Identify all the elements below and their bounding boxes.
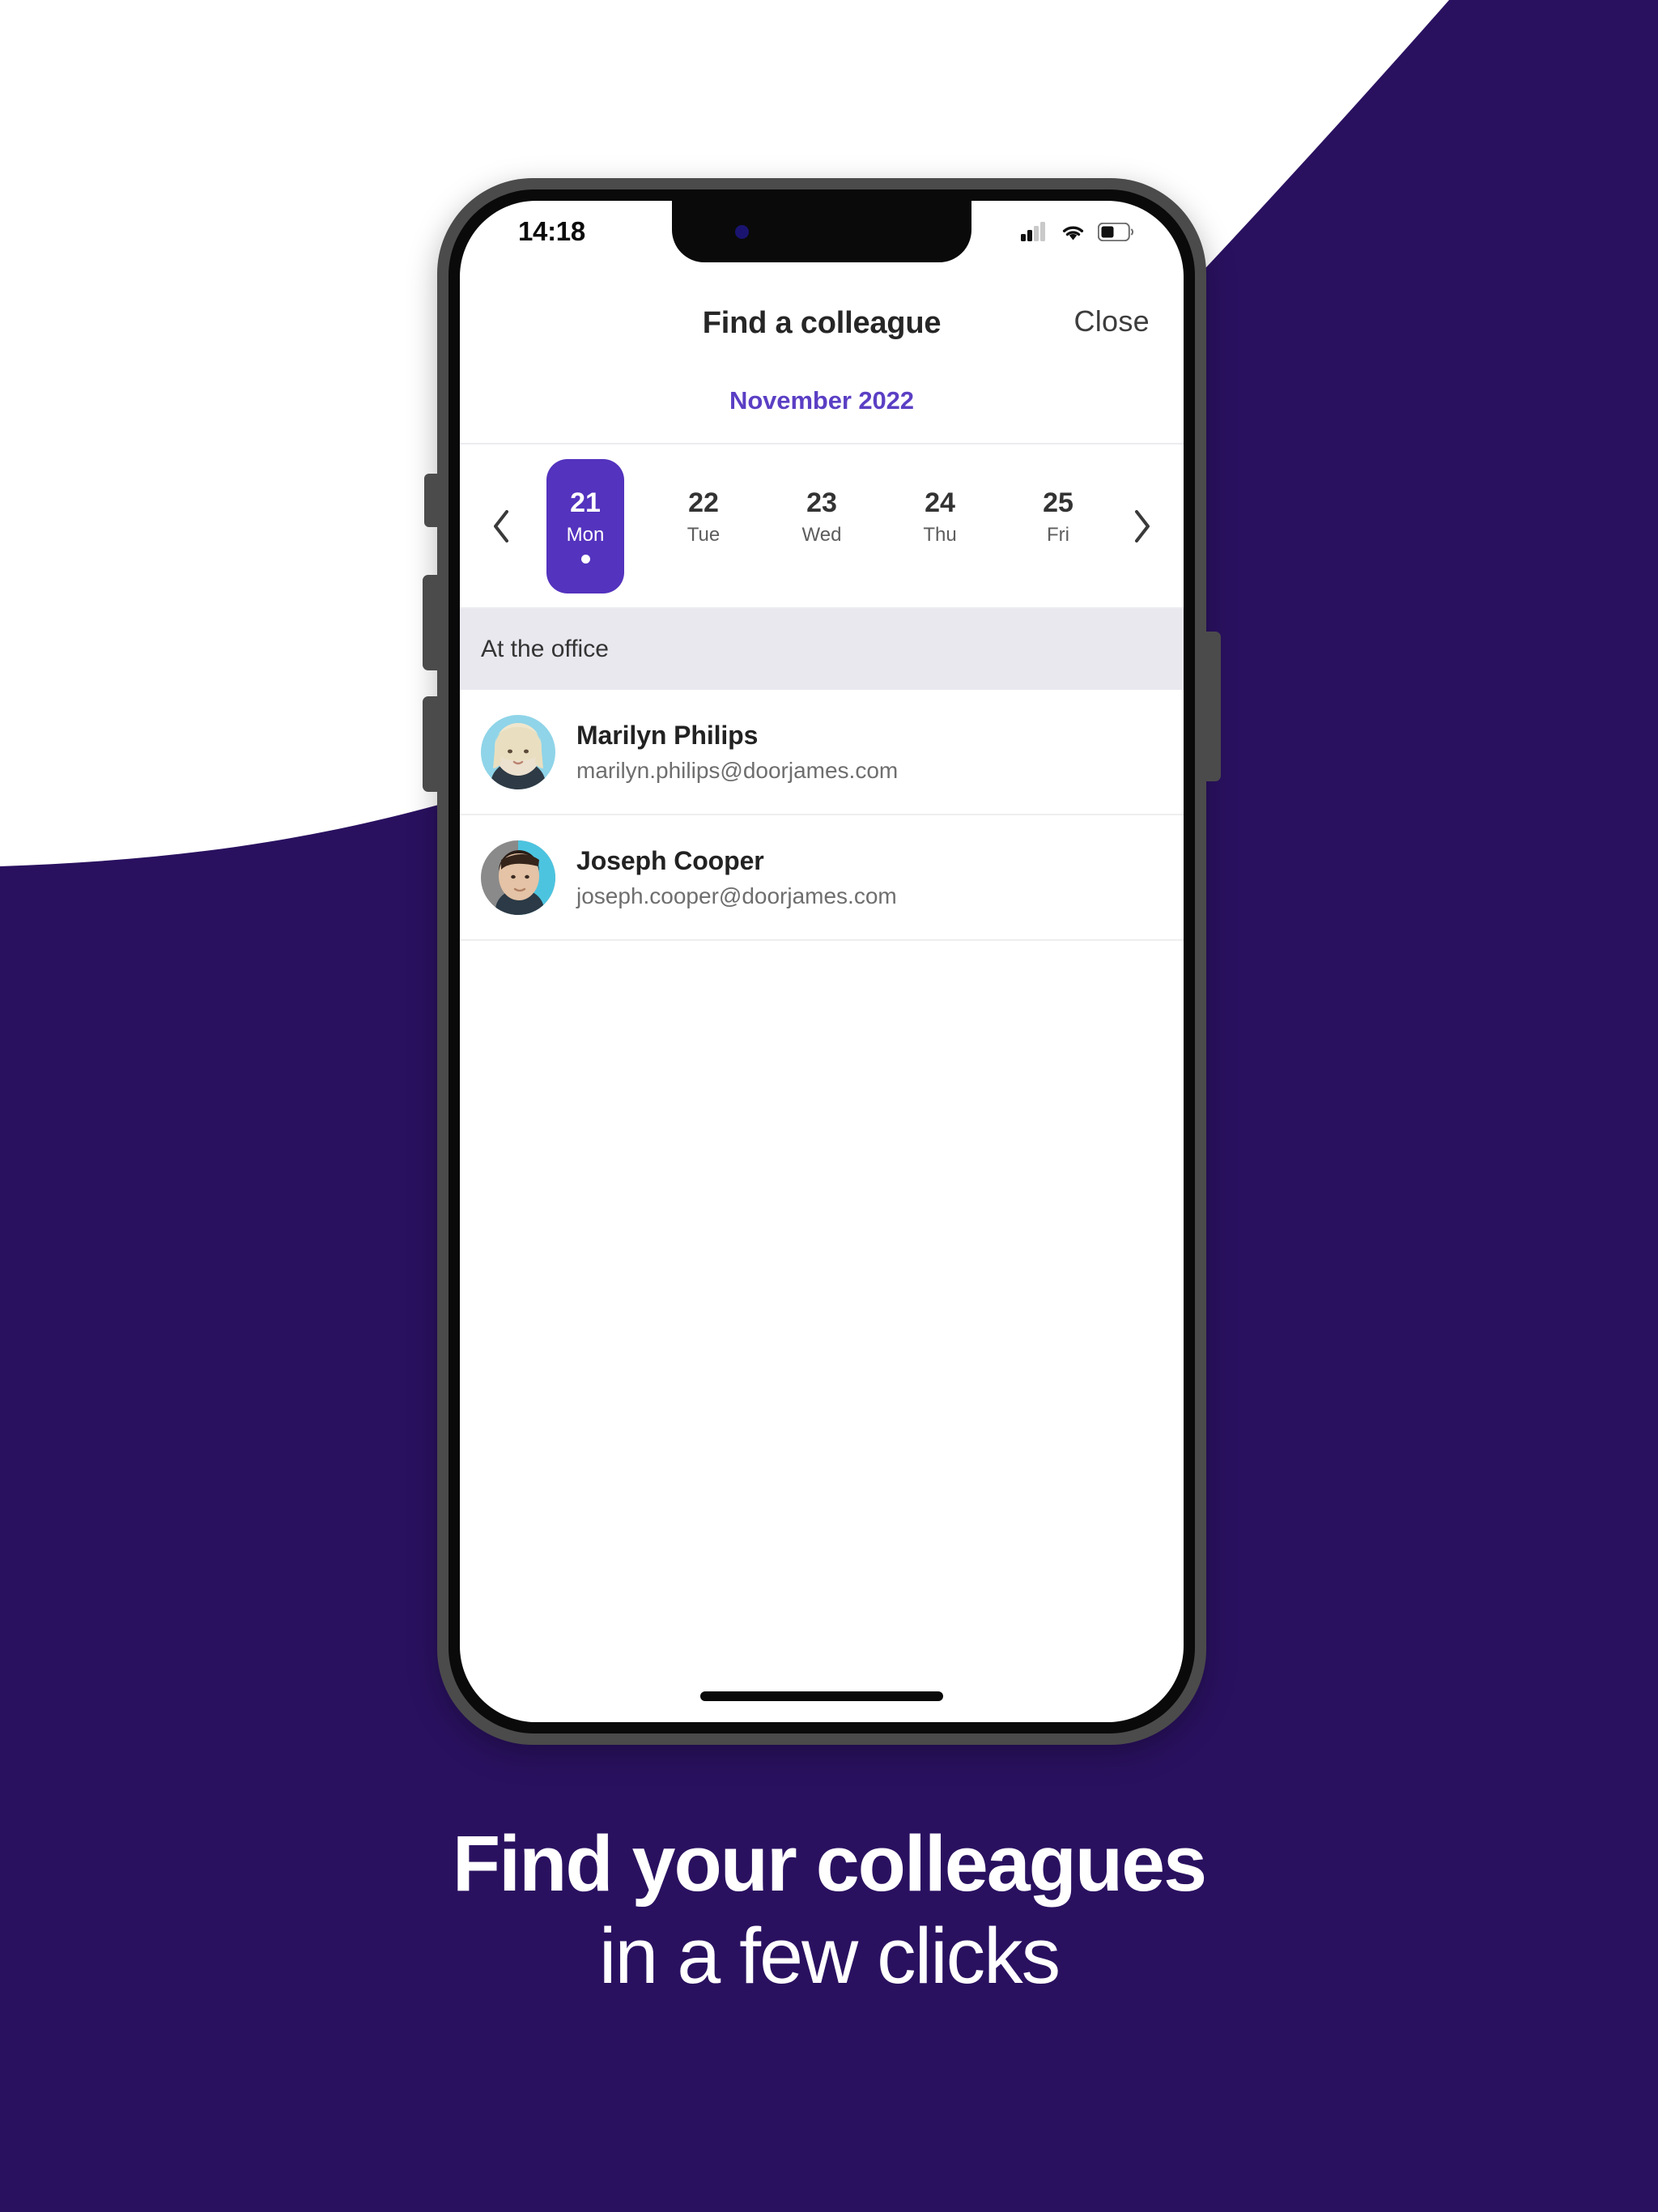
page-title: Find a colleague — [702, 306, 942, 340]
colleague-email: joseph.cooper@doorjames.com — [576, 883, 897, 908]
day-weekday: Thu — [923, 523, 957, 546]
day-cell-25[interactable]: 25 Fri — [1019, 459, 1097, 593]
days-container: 21 Mon 22 Tue 23 Wed 24 Thu 25 Fri — [526, 458, 1117, 593]
section-header: At the office — [460, 609, 1184, 690]
colleague-email: marilyn.philips@doorjames.com — [576, 757, 899, 783]
day-cell-24[interactable]: 24 Thu — [901, 459, 979, 593]
month-label: November 2022 — [729, 386, 914, 415]
next-week-button[interactable] — [1117, 508, 1167, 544]
day-weekday: Tue — [687, 523, 721, 546]
battery-icon — [1098, 222, 1133, 241]
day-number: 24 — [925, 487, 955, 519]
month-row: November 2022 — [460, 349, 1184, 443]
wifi-icon — [1062, 226, 1084, 240]
avatar-woman-blonde-image — [481, 714, 555, 789]
day-number: 23 — [806, 487, 837, 519]
chevron-left-icon — [494, 509, 508, 542]
phone-mockup: 14:18 Find a colleague Close November 20… — [423, 178, 1221, 1745]
chevron-right-icon — [1135, 509, 1150, 542]
volume-down-button[interactable] — [423, 696, 439, 792]
day-cell-22[interactable]: 22 Tue — [665, 459, 742, 593]
list-item[interactable]: Marilyn Philips marilyn.philips@doorjame… — [460, 690, 1184, 815]
status-time: 14:18 — [518, 216, 585, 246]
day-number: 21 — [570, 487, 601, 519]
day-strip: 21 Mon 22 Tue 23 Wed 24 Thu 25 Fri — [460, 443, 1184, 609]
close-button[interactable]: Close — [1073, 304, 1150, 338]
day-number: 25 — [1043, 487, 1073, 519]
avatar — [481, 840, 555, 915]
colleague-text: Joseph Cooper joseph.cooper@doorjames.co… — [576, 846, 897, 909]
avatar — [481, 714, 555, 789]
colleague-list: Marilyn Philips marilyn.philips@doorjame… — [460, 690, 1184, 941]
cellular-signal-icon — [1021, 222, 1045, 241]
day-event-dot — [580, 554, 590, 564]
colleague-name: Marilyn Philips — [576, 720, 759, 750]
headline-line-1: Find your colleagues — [452, 1819, 1207, 1908]
silent-switch-button[interactable] — [424, 474, 439, 527]
day-weekday: Fri — [1047, 523, 1069, 546]
prev-week-button[interactable] — [476, 508, 526, 544]
power-button[interactable] — [1205, 632, 1221, 781]
colleague-name: Joseph Cooper — [576, 845, 764, 875]
status-icons — [1021, 222, 1133, 241]
headline-block: Find your colleagues in a few clicks — [0, 1818, 1658, 2003]
day-weekday: Wed — [801, 523, 842, 546]
day-cell-21[interactable]: 21 Mon — [546, 458, 624, 593]
section-header-label: At the office — [481, 636, 609, 662]
list-item[interactable]: Joseph Cooper joseph.cooper@doorjames.co… — [460, 815, 1184, 941]
day-cell-23[interactable]: 23 Wed — [783, 459, 861, 593]
headline-line-2: in a few clicks — [598, 1912, 1061, 2001]
day-number: 22 — [688, 487, 719, 519]
status-bar: 14:18 — [460, 201, 1184, 262]
phone-screen: 14:18 Find a colleague Close November 20… — [460, 201, 1184, 1722]
volume-up-button[interactable] — [423, 575, 439, 670]
app-header: Find a colleague Close — [460, 262, 1184, 349]
avatar-man-dark-hair-image — [481, 840, 555, 915]
day-weekday: Mon — [566, 523, 605, 546]
home-indicator[interactable] — [700, 1691, 943, 1701]
colleague-text: Marilyn Philips marilyn.philips@doorjame… — [576, 721, 898, 784]
